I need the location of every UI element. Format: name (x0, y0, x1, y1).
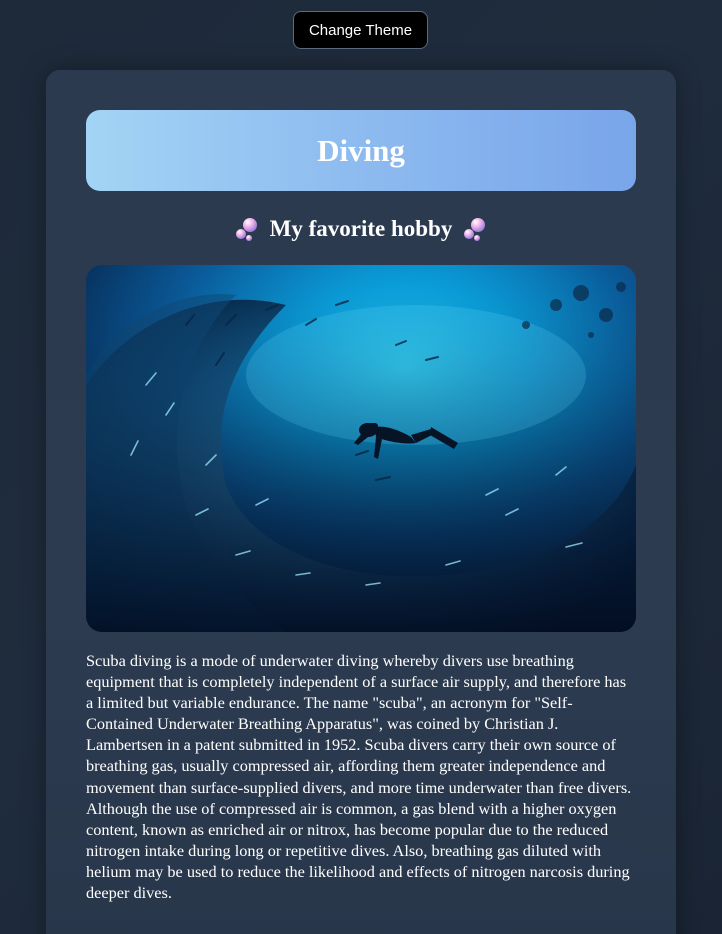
change-theme-button[interactable]: Change Theme (293, 11, 428, 49)
hobby-card: Diving My favorite hobby Scuba diving is… (46, 70, 676, 934)
title-banner: Diving (86, 110, 636, 191)
page-title: Diving (317, 132, 405, 168)
hobby-description: Scuba diving is a mode of underwater div… (86, 651, 632, 903)
subtitle-text: My favorite hobby (269, 216, 453, 241)
diver-photo-illustration (86, 265, 636, 632)
diver-photo (86, 265, 636, 632)
bubbles-icon (462, 216, 488, 242)
subtitle-row: My favorite hobby (86, 212, 636, 246)
bubbles-icon (234, 216, 260, 242)
